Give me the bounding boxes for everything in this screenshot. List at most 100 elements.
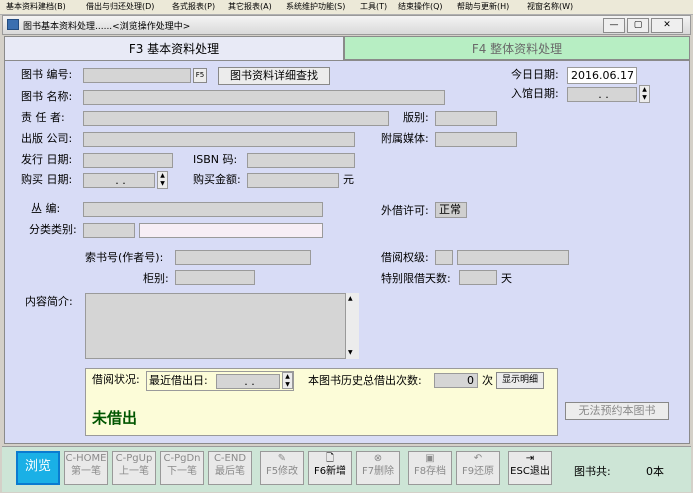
issue-date-field[interactable] <box>83 153 173 168</box>
browse-button[interactable]: 浏览 <box>16 451 60 485</box>
exit-button[interactable]: ⇥ ESC退出 <box>508 451 552 485</box>
series-field[interactable] <box>83 202 323 217</box>
borrow-level-name-field <box>457 250 569 265</box>
last-record-button[interactable]: C-END 最后笔 <box>208 451 252 485</box>
save-button[interactable]: ▣ F8存档 <box>408 451 452 485</box>
tab-basic-data[interactable]: F3 基本资料处理 <box>4 36 344 60</box>
undo-icon: ↶ <box>473 453 483 464</box>
scroll-down-icon[interactable]: ▼ <box>348 349 353 356</box>
special-days-label: 特别限借天数: <box>381 272 451 285</box>
menu-exit-op[interactable]: 结束操作(Q) <box>398 1 443 13</box>
history-count-field: 0 <box>434 373 478 388</box>
category-label: 分类类别: <box>29 223 77 236</box>
delete-button[interactable]: ⊗ F7删除 <box>356 451 400 485</box>
window-title: 图书基本资料处理......<浏览操作处理中> <box>23 22 191 32</box>
close-button[interactable]: ✕ <box>651 18 683 33</box>
call-no-label: 索书号(作者号): <box>85 251 164 264</box>
prev-record-button[interactable]: C-PgUp 上一笔 <box>112 451 156 485</box>
minimize-button[interactable]: — <box>603 18 625 33</box>
entry-date-label: 入馆日期: <box>511 87 559 100</box>
menu-help[interactable]: 帮助与更新(H) <box>457 1 509 13</box>
special-days-field[interactable] <box>459 270 497 285</box>
restore-button[interactable]: ▢ <box>627 18 649 33</box>
menu-basic-data[interactable]: 基本资料建档(B) <box>6 1 66 13</box>
first-record-button[interactable]: C-HOME 第一笔 <box>64 451 108 485</box>
book-count-value: 0本 <box>646 465 664 478</box>
f5-lookup-button[interactable]: F5 <box>193 68 207 83</box>
menu-window[interactable]: 视窗名称(W) <box>527 1 573 13</box>
new-page-icon: 🗋 <box>325 453 335 464</box>
book-count-label: 图书共: <box>574 465 611 478</box>
next-record-button[interactable]: C-PgDn 下一笔 <box>160 451 204 485</box>
menu-reports[interactable]: 各式报表(P) <box>172 1 215 13</box>
menu-other-reports[interactable]: 其它报表(A) <box>228 1 272 13</box>
today-date-label: 今日日期: <box>511 68 559 81</box>
pencil-icon: ✎ <box>277 453 287 464</box>
summary-scrollbar[interactable]: ▲ ▼ <box>345 293 359 359</box>
publisher-label: 出版 公司: <box>21 132 73 145</box>
category-name-field <box>139 223 323 238</box>
cabinet-field[interactable] <box>175 270 255 285</box>
lend-permit-label: 外借许可: <box>381 204 429 217</box>
isbn-label: ISBN 码: <box>193 153 238 166</box>
restore-record-button[interactable]: ↶ F9还原 <box>456 451 500 485</box>
book-no-field[interactable] <box>83 68 191 83</box>
form-panel: 图书 编号: F5 图书资料详细查找 今日日期: 2016.06.17 入馆日期… <box>4 60 690 444</box>
summary-label: 内容简介: <box>25 295 73 308</box>
borrow-status-value: 未借出 <box>92 409 138 427</box>
call-no-field[interactable] <box>175 250 311 265</box>
purchase-date-spinner[interactable]: ▲ ▼ <box>157 171 168 189</box>
series-label: 丛 编: <box>31 202 61 215</box>
window-title-bar: 图书基本资料处理......<浏览操作处理中> — ▢ ✕ <box>2 15 691 35</box>
last-borrow-spinner[interactable]: ▲ ▼ <box>282 372 293 389</box>
media-label: 附属媒体: <box>381 132 429 145</box>
borrow-status-label: 借阅状况: <box>92 373 140 386</box>
currency-unit: 元 <box>343 173 354 186</box>
edition-label: 版别: <box>403 111 429 124</box>
title-field[interactable] <box>83 90 445 105</box>
menu-system[interactable]: 系统维护功能(S) <box>286 1 345 13</box>
show-detail-button[interactable]: 显示明细 <box>496 372 544 389</box>
purchase-date-field[interactable]: . . <box>83 173 155 188</box>
scroll-up-icon[interactable]: ▲ <box>348 295 353 302</box>
add-button[interactable]: 🗋 F6新增 <box>308 451 352 485</box>
book-no-label: 图书 编号: <box>21 68 73 81</box>
issue-date-label: 发行 日期: <box>21 153 73 166</box>
last-borrow-field[interactable]: . . <box>216 374 280 389</box>
summary-textarea[interactable] <box>85 293 359 359</box>
borrow-level-code-field[interactable] <box>435 250 453 265</box>
modify-button[interactable]: ✎ F5修改 <box>260 451 304 485</box>
entry-date-spinner[interactable]: ▲ ▼ <box>639 85 650 103</box>
door-exit-icon: ⇥ <box>525 453 535 464</box>
last-borrow-label: 最近借出日: <box>149 374 208 387</box>
media-field[interactable] <box>435 132 517 147</box>
publisher-field[interactable] <box>83 132 355 147</box>
entry-date-field[interactable]: . . <box>567 87 637 102</box>
edition-field[interactable] <box>435 111 497 126</box>
isbn-field[interactable] <box>247 153 355 168</box>
menu-bar: 基本资料建档(B) 借出与归还处理(D) 各式报表(P) 其它报表(A) 系统维… <box>0 0 693 15</box>
days-unit: 天 <box>501 272 512 285</box>
today-date-field: 2016.06.17 <box>567 67 637 84</box>
borrow-status-box: 借阅状况: 最近借出日: . . ▲ ▼ 本图书历史总借出次数: 0 次 显示明细… <box>85 368 558 436</box>
borrow-level-label: 借阅权级: <box>381 251 429 264</box>
detail-search-button[interactable]: 图书资料详细查找 <box>218 67 330 85</box>
reserve-book-button[interactable]: 无法预约本图书 <box>565 402 669 420</box>
tab-strip: F3 基本资料处理 F4 整体资料处理 <box>4 36 690 60</box>
amount-field[interactable] <box>247 173 339 188</box>
menu-tools[interactable]: 工具(T) <box>360 1 387 13</box>
menu-lend-return[interactable]: 借出与归还处理(D) <box>86 1 154 13</box>
title-label: 图书 名称: <box>21 90 73 103</box>
bottom-toolbar: 浏览 C-HOME 第一笔 C-PgUp 上一笔 C-PgDn 下一笔 C-EN… <box>2 446 691 492</box>
amount-label: 购买金额: <box>193 173 241 186</box>
author-field[interactable] <box>83 111 389 126</box>
lend-permit-value[interactable]: 正常 <box>435 202 467 218</box>
book-icon <box>7 19 19 30</box>
category-code-field[interactable] <box>83 223 135 238</box>
tab-overall-data[interactable]: F4 整体资料处理 <box>344 36 690 60</box>
save-disk-icon: ▣ <box>425 453 435 464</box>
purchase-date-label: 购买 日期: <box>21 173 73 186</box>
author-label: 责 任 者: <box>21 111 65 124</box>
delete-icon: ⊗ <box>373 453 383 464</box>
times-unit: 次 <box>482 374 493 387</box>
